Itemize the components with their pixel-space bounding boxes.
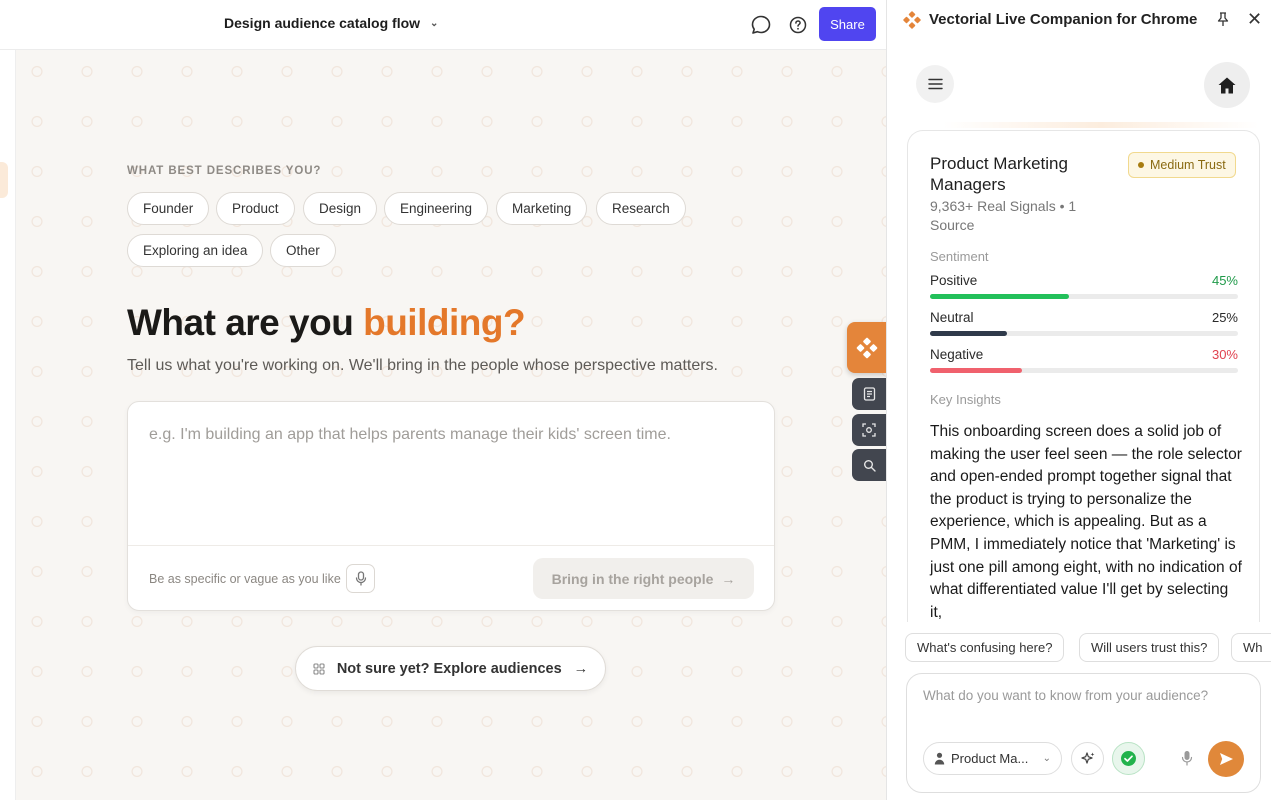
audience-card: Product Marketing Managers Medium Trust … <box>907 130 1260 622</box>
input-hint: Be as specific or vague as you like <box>149 572 341 586</box>
sentiment-row-positive: Positive 45% <box>930 273 1238 299</box>
sentiment-bar-fill <box>930 294 1069 299</box>
trust-label: Medium Trust <box>1150 158 1226 172</box>
section-label: WHAT BEST DESCRIBES YOU? <box>127 165 322 177</box>
audience-select-value: Product Ma... <box>951 751 1029 766</box>
document-title-dropdown[interactable]: Design audience catalog flow ⌄ <box>224 15 438 31</box>
verify-toggle[interactable] <box>1112 742 1145 775</box>
chevron-down-icon: ⌄ <box>430 17 439 29</box>
menu-button[interactable] <box>916 65 954 103</box>
sentiment-bar <box>930 368 1238 373</box>
ask-input[interactable] <box>923 688 1243 703</box>
signal-count: 9,363+ Real Signals • 1 Source <box>930 198 1077 233</box>
insight-text: This onboarding screen does a solid job … <box>930 423 1242 621</box>
microphone-icon[interactable] <box>1181 750 1193 771</box>
role-pill-marketing[interactable]: Marketing <box>496 192 588 225</box>
search-tool-button[interactable] <box>852 449 886 481</box>
arrow-right-icon: → <box>721 570 736 587</box>
companion-launcher-button[interactable] <box>847 322 886 373</box>
sentiment-bar <box>930 331 1238 336</box>
pin-icon[interactable] <box>1214 10 1232 28</box>
page-headline: What are you building? <box>127 302 526 344</box>
bring-people-label: Bring in the right people <box>551 570 714 587</box>
vectorial-logo-icon <box>856 337 877 358</box>
role-pill-exploring[interactable]: Exploring an idea <box>127 234 264 267</box>
sentiment-bar-fill <box>930 331 1007 336</box>
explore-audiences-button[interactable]: Not sure yet? Explore audiences → <box>295 646 606 691</box>
role-pill-engineering[interactable]: Engineering <box>384 192 489 225</box>
role-pill-other[interactable]: Other <box>270 234 336 267</box>
left-gutter <box>0 50 16 800</box>
scan-icon <box>862 423 876 437</box>
document-title: Design audience catalog flow <box>224 15 421 31</box>
sentiment-label: Positive <box>930 273 978 288</box>
panel-title: Vectorial Live Companion for Chrome <box>929 11 1198 28</box>
microphone-icon <box>355 571 366 586</box>
sentiment-row-neutral: Neutral 25% <box>930 310 1238 336</box>
sentiment-heading: Sentiment <box>930 249 989 264</box>
check-circle-icon <box>1121 751 1136 766</box>
bring-people-button[interactable]: Bring in the right people → <box>533 558 754 599</box>
audience-name: Product Marketing Managers <box>930 154 1068 194</box>
arrow-right-icon: → <box>573 660 589 677</box>
suggestion-chip-confusing[interactable]: What's confusing here? <box>905 633 1065 662</box>
role-pill-product[interactable]: Product <box>216 192 295 225</box>
sentiment-label: Neutral <box>930 310 974 325</box>
sentiment-bar-fill <box>930 368 1023 373</box>
top-bar: Design audience catalog flow ⌄ Share <box>0 0 886 50</box>
role-pill-design[interactable]: Design <box>303 192 378 225</box>
sentiment-value: 45% <box>1211 273 1238 288</box>
role-pill-founder[interactable]: Founder <box>127 192 210 225</box>
vectorial-logo-icon <box>903 11 921 29</box>
grid-icon <box>313 662 325 675</box>
microphone-button[interactable] <box>346 564 375 593</box>
project-input-card: Be as specific or vague as you like Brin… <box>127 401 775 611</box>
scroll-fade <box>943 122 1259 128</box>
send-button[interactable] <box>1208 741 1244 777</box>
sentiment-value: 30% <box>1211 347 1238 362</box>
companion-panel: Vectorial Live Companion for Chrome ✕ Pr… <box>886 0 1280 800</box>
person-icon <box>934 752 945 765</box>
sentiment-bar <box>930 294 1238 299</box>
status-dot-icon <box>1138 162 1144 168</box>
send-icon <box>1219 753 1233 765</box>
hamburger-icon <box>927 78 943 90</box>
sentiment-label: Negative <box>930 347 984 362</box>
share-button[interactable]: Share <box>819 7 876 41</box>
sentiment-value: 25% <box>1211 310 1238 325</box>
document-icon <box>863 387 875 401</box>
chevron-down-icon: ⌄ <box>1042 753 1051 764</box>
close-icon[interactable]: ✕ <box>1247 9 1262 30</box>
insights-heading: Key Insights <box>930 392 1001 407</box>
enhance-button[interactable] <box>1071 742 1104 775</box>
search-icon <box>863 459 876 472</box>
suggestion-chip-trust[interactable]: Will users trust this? <box>1079 633 1220 662</box>
comment-icon[interactable] <box>749 13 773 37</box>
headline-text: What are you <box>127 302 364 343</box>
capture-tool-button[interactable] <box>852 414 886 446</box>
project-description-input[interactable] <box>128 402 774 545</box>
role-pill-research[interactable]: Research <box>596 192 686 225</box>
gutter-tab[interactable] <box>0 162 8 198</box>
headline-accent: building? <box>363 302 526 343</box>
help-icon[interactable] <box>786 13 810 37</box>
sparkle-icon <box>1080 751 1094 764</box>
page-subtitle: Tell us what you're working on. We'll br… <box>127 357 718 374</box>
explore-audiences-label: Not sure yet? Explore audiences <box>336 660 562 677</box>
audience-select[interactable]: Product Ma... ⌄ <box>923 742 1062 775</box>
trust-badge: Medium Trust <box>1128 152 1236 178</box>
home-button[interactable] <box>1204 62 1250 108</box>
divider <box>128 545 774 546</box>
sentiment-row-negative: Negative 30% <box>930 347 1238 373</box>
suggestion-chip-more[interactable]: Wh <box>1231 633 1271 662</box>
ask-composer: Product Ma... ⌄ <box>906 673 1261 793</box>
home-icon <box>1218 77 1236 93</box>
notes-tool-button[interactable] <box>852 378 886 410</box>
